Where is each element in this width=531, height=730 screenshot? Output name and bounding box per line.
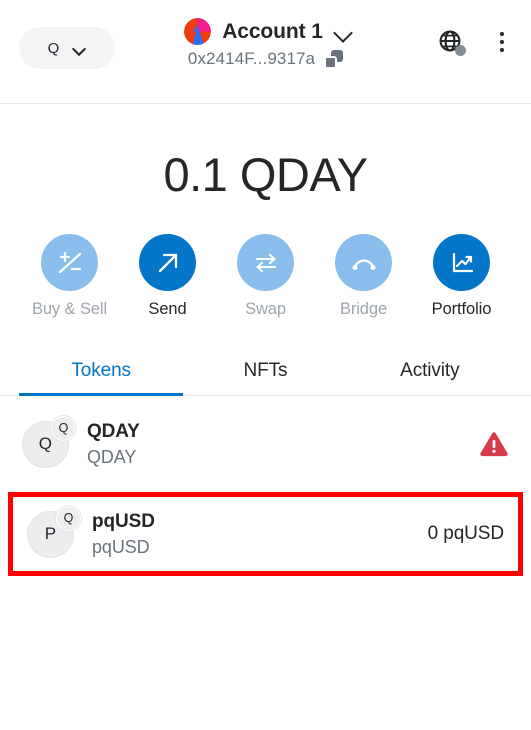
- portfolio-chart-icon: [433, 234, 490, 291]
- portfolio-label: Portfolio: [431, 300, 492, 318]
- buy-sell-icon: [41, 234, 98, 291]
- token-symbol: QDAY: [87, 420, 140, 442]
- tab-bar: Tokens NFTs Activity: [0, 360, 531, 396]
- network-selector[interactable]: Q: [19, 27, 115, 69]
- account-menu-button[interactable]: Account 1: [184, 18, 347, 45]
- account-address: 0x2414F...9317a: [187, 49, 316, 68]
- tab-tokens[interactable]: Tokens: [19, 360, 184, 396]
- buy-sell-button[interactable]: Buy & Sell: [32, 234, 107, 319]
- token-avatar: P Q: [27, 505, 81, 558]
- tab-activity[interactable]: Activity: [348, 360, 512, 395]
- buy-sell-label: Buy & Sell: [31, 300, 108, 318]
- token-right: [479, 430, 509, 458]
- network-status-dot: [455, 45, 466, 56]
- copy-icon: [324, 49, 344, 69]
- bridge-button[interactable]: Bridge: [333, 234, 395, 319]
- token-amount: 0 pqUSD: [427, 523, 505, 544]
- globe-icon[interactable]: [439, 30, 466, 56]
- action-buttons: Buy & Sell Send Swap Bridge Portfolio: [0, 234, 531, 319]
- swap-label: Swap: [245, 300, 286, 318]
- token-name: pqUSD: [92, 536, 150, 557]
- header-actions: [439, 30, 513, 56]
- token-list: Q Q QDAY QDAY P Q pqUSD pqUSD 0 pqUSD: [0, 396, 531, 730]
- balance-area: 0.1 QDAY: [0, 104, 531, 234]
- kebab-menu-icon[interactable]: [491, 30, 513, 54]
- wallet-popup: Q Account 1 0x2414F...9317a 0.1 QDAY Buy…: [0, 0, 531, 730]
- token-symbol: pqUSD: [92, 510, 155, 532]
- swap-arrows-icon: [237, 234, 294, 291]
- token-text: QDAY QDAY: [87, 421, 140, 468]
- send-button[interactable]: Send: [137, 234, 199, 319]
- table-row[interactable]: Q Q QDAY QDAY: [0, 402, 531, 486]
- tab-nfts[interactable]: NFTs: [183, 360, 347, 395]
- send-label: Send: [148, 300, 187, 318]
- token-right: 0 pqUSD: [427, 523, 505, 545]
- token-text: pqUSD pqUSD: [92, 511, 155, 558]
- warning-triangle-icon[interactable]: [479, 430, 509, 458]
- account-name: Account 1: [222, 19, 323, 43]
- avatar: [184, 18, 212, 45]
- token-network-badge: Q: [56, 505, 81, 531]
- network-selector-label: Q: [47, 39, 60, 57]
- swap-button[interactable]: Swap: [235, 234, 297, 319]
- send-arrow-icon: [139, 234, 196, 291]
- table-row[interactable]: P Q pqUSD pqUSD 0 pqUSD: [8, 492, 523, 576]
- token-avatar: Q Q: [22, 415, 76, 468]
- chevron-down-icon: [73, 44, 86, 52]
- portfolio-button[interactable]: Portfolio: [431, 234, 493, 319]
- bridge-arc-icon: [335, 234, 392, 291]
- app-header: Q Account 1 0x2414F...9317a: [0, 0, 531, 104]
- copy-address-button[interactable]: 0x2414F...9317a: [187, 49, 344, 69]
- token-network-badge: Q: [51, 415, 76, 441]
- chevron-down-icon: [334, 26, 347, 38]
- bridge-label: Bridge: [339, 300, 388, 318]
- token-name: QDAY: [87, 446, 137, 467]
- total-balance: 0.1 QDAY: [163, 148, 368, 201]
